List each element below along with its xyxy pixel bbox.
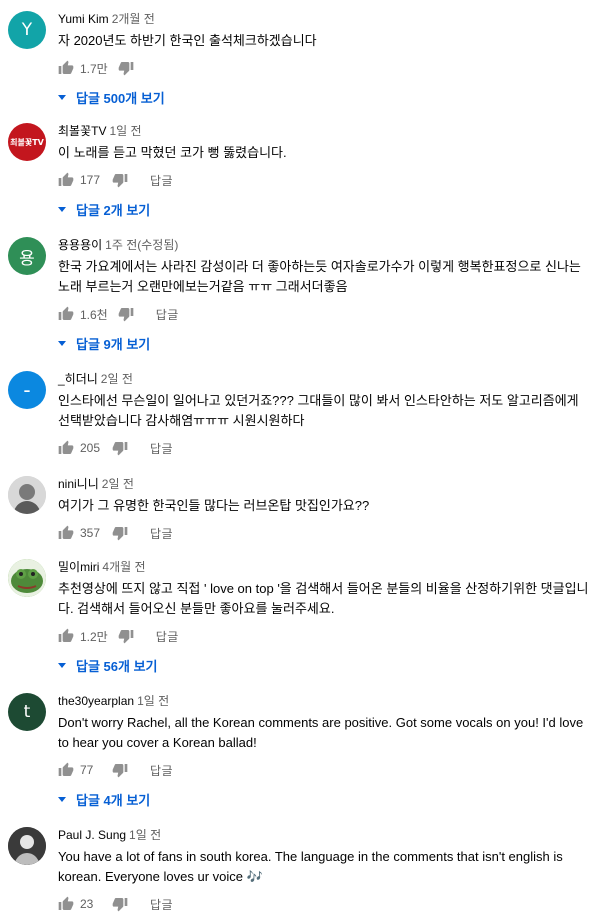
caret-down-icon <box>58 340 66 346</box>
reply-button[interactable]: 답글 <box>156 628 179 645</box>
thumb-down-icon[interactable] <box>112 896 128 912</box>
profile-photo <box>8 827 46 865</box>
thumb-down-icon[interactable] <box>118 628 134 644</box>
caret-down-icon <box>58 206 66 212</box>
thumb-down-icon[interactable] <box>112 440 128 456</box>
comment-time[interactable]: 1일 전 <box>129 828 161 842</box>
like-count: 1.7만 <box>80 61 108 76</box>
avatar[interactable]: t <box>8 693 46 731</box>
view-replies-label: 답글 9개 보기 <box>76 336 151 352</box>
avatar-letter: t <box>23 702 31 722</box>
view-replies-button[interactable]: 답글 56개 보기 <box>58 651 590 679</box>
view-replies-label: 답글 56개 보기 <box>76 658 158 674</box>
view-replies-button[interactable]: 답글 500개 보기 <box>58 83 590 111</box>
comment-time[interactable]: 2일 전 <box>101 372 133 386</box>
reply-button[interactable]: 답글 <box>150 440 173 457</box>
reply-button[interactable]: 답글 <box>150 172 173 189</box>
thumb-up-icon[interactable] <box>58 628 74 644</box>
avatar[interactable]: 최볼꽃TV <box>8 123 46 161</box>
thumb-down-icon[interactable] <box>118 60 134 76</box>
thumb-up-icon[interactable] <box>58 525 74 541</box>
comment-author[interactable]: 최볼꽃TV <box>58 124 106 138</box>
comment-time[interactable]: 1일 전 <box>109 124 141 138</box>
comment-text: 인스타에선 무슨일이 일어나고 있던거죠??? 그대들이 많이 봐서 인스타안하… <box>58 393 579 428</box>
comment-text: Don't worry Rachel, all the Korean comme… <box>58 715 584 750</box>
view-replies-label: 답글 2개 보기 <box>76 202 151 218</box>
comment-text: You have a lot of fans in south korea. T… <box>58 849 563 884</box>
comment-author[interactable]: _히더니 <box>58 372 98 386</box>
comment-author[interactable]: 용용용이 <box>58 238 102 252</box>
thumb-up-icon[interactable] <box>58 896 74 912</box>
like-count: 77 <box>80 763 94 777</box>
thumb-down-icon[interactable] <box>112 762 128 778</box>
avatar[interactable]: 용 <box>8 237 46 275</box>
comment-author[interactable]: Yumi Kim <box>58 12 109 26</box>
avatar[interactable] <box>8 827 46 865</box>
view-replies-label: 답글 500개 보기 <box>76 90 165 106</box>
comment-text: 추천영상에 뜨지 않고 직접 ' love on top '을 검색해서 들어온… <box>58 581 589 616</box>
view-replies-label: 답글 4개 보기 <box>76 792 151 808</box>
comment-text: 여기가 그 유명한 한국인들 많다는 러브온탑 맛집인가요?? <box>58 498 370 513</box>
view-replies-button[interactable]: 답글 2개 보기 <box>58 195 590 223</box>
like-count: 23 <box>80 897 94 911</box>
like-count: 177 <box>80 173 101 187</box>
comment-time[interactable]: 2일 전 <box>102 477 134 491</box>
comment-text: 한국 가요계에서는 사라진 감성이라 더 좋아하는듯 여자솔로가수가 이렇게 행… <box>58 259 581 294</box>
thumb-down-icon[interactable] <box>112 172 128 188</box>
comment-text: 자 2020년도 하반기 한국인 출석체크하겠습니다 <box>58 33 317 48</box>
comment-author[interactable]: Paul J. Sung <box>58 828 126 842</box>
comment-author[interactable]: 밀이miri <box>58 560 99 574</box>
caret-down-icon <box>58 94 66 100</box>
frog-avatar-image <box>8 559 46 597</box>
thumb-down-icon[interactable] <box>118 306 134 322</box>
comment-time[interactable]: 1일 전 <box>137 694 169 708</box>
caret-down-icon <box>58 796 66 802</box>
avatar[interactable]: Y <box>8 11 46 49</box>
comment-author[interactable]: the30yearplan <box>58 694 134 708</box>
reply-button[interactable]: 답글 <box>150 525 173 542</box>
comment-text: 이 노래를 듣고 막혔던 코가 뻥 뚫렸습니다. <box>58 145 287 160</box>
thumb-up-icon[interactable] <box>58 172 74 188</box>
thumb-up-icon[interactable] <box>58 60 74 76</box>
avatar-letter: Y <box>21 20 33 40</box>
comment-author[interactable]: nini니니 <box>58 477 99 491</box>
thumb-up-icon[interactable] <box>58 762 74 778</box>
like-count: 205 <box>80 441 101 455</box>
avatar[interactable] <box>8 559 46 597</box>
reply-button[interactable]: 답글 <box>150 896 173 913</box>
avatar[interactable] <box>8 476 46 514</box>
thumb-up-icon[interactable] <box>58 440 74 456</box>
comment-time[interactable]: 4개월 전 <box>102 560 145 574</box>
view-replies-button[interactable]: 답글 9개 보기 <box>58 329 590 357</box>
caret-down-icon <box>58 662 66 668</box>
avatar-letter: 용 <box>19 248 35 269</box>
like-count: 1.6천 <box>80 307 108 322</box>
like-count: 1.2만 <box>80 629 108 644</box>
comment-time[interactable]: 1주 전(수정됨) <box>105 238 178 252</box>
reply-button[interactable]: 답글 <box>156 306 179 323</box>
avatar[interactable]: - <box>8 371 46 409</box>
view-replies-button[interactable]: 답글 4개 보기 <box>58 785 590 813</box>
comment-time[interactable]: 2개월 전 <box>112 12 155 26</box>
like-count: 357 <box>80 526 101 540</box>
thumb-up-icon[interactable] <box>58 306 74 322</box>
profile-photo <box>8 476 46 514</box>
avatar-letter: 최볼꽃TV <box>10 137 44 147</box>
avatar-letter: - <box>23 378 31 402</box>
thumb-down-icon[interactable] <box>112 525 128 541</box>
reply-button[interactable]: 답글 <box>150 762 173 779</box>
